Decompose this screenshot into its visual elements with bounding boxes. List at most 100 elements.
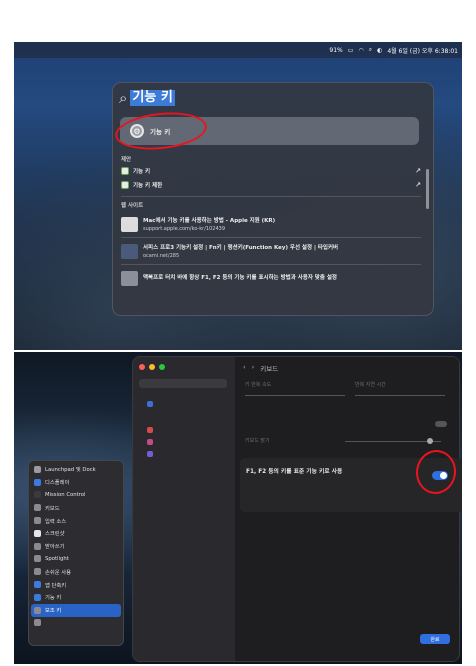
sidebar-item-label: Spotlight (45, 555, 69, 562)
search-input[interactable] (139, 379, 227, 388)
settings-sidebar (133, 357, 235, 661)
spotlight-panel: ⌕ 기능 키 ⚙ 기능 키 제안 기능 키 ↗ 기능 키 제한 ↗ 웹 사이트 … (112, 82, 434, 316)
window-controls (139, 364, 165, 370)
sidebar-item-function-keys[interactable]: 보조 키 (31, 603, 121, 617)
zoom-button[interactable] (159, 364, 165, 370)
arrow-up-right-icon: ↗ (415, 180, 421, 189)
website-title: 서피스 프로3 기능키 설정 | Fn키 | 펑션키(Function Key)… (143, 245, 339, 251)
sidebar-item-keyboard[interactable]: 키보드 (31, 501, 121, 514)
spotlight-query[interactable]: 기능 키 (130, 90, 175, 106)
dictation-icon (34, 542, 41, 550)
website-url: ocami.net/285 (143, 253, 180, 259)
brightness-slider-knob[interactable] (427, 438, 433, 444)
suggestion-item[interactable]: 기능 키 ↗ (121, 164, 421, 177)
spotlight-screenshot: 91% ▭ ◠ ⌕ ◐ 4월 6일 (금) 오후 6:38:01 ⌕ 기능 키 … (14, 42, 462, 350)
display-icon (34, 478, 41, 486)
accessibility-icon (34, 581, 41, 589)
settings-screenshot: ‹ › 키보드 키 반복 속도 반복 지연 시간 키보드 밝기 Launchpa… (14, 352, 462, 664)
modifier-keys-icon (34, 619, 41, 627)
suggestion-label: 기능 키 (133, 168, 151, 175)
google-search-icon (121, 166, 129, 175)
website-title: Mac에서 기능 키를 사용하는 방법 - Apple 지원 (KR) (143, 218, 276, 224)
websites-header: 웹 사이트 (121, 203, 144, 209)
scrollbar[interactable] (426, 169, 429, 209)
services-icon (34, 555, 41, 563)
keyboard-icon (34, 504, 41, 512)
sidebar-item[interactable] (147, 439, 153, 445)
mission-control-icon (34, 491, 41, 499)
window-title: 키보드 (260, 365, 279, 373)
close-button[interactable] (139, 364, 145, 370)
website-thumbnail (121, 270, 138, 286)
website-result[interactable]: 맥북프로 터치 바에 항상 F1, F2 등의 기능 키를 표시하는 방법과 사… (121, 267, 421, 289)
sidebar-item-label: 디스플레이 (45, 480, 70, 487)
sidebar-item-label: 앱 단축키 (45, 582, 67, 589)
control-center-icon[interactable]: ◐ (377, 47, 382, 54)
sidebar-item-label: Mission Control (45, 491, 86, 498)
sidebar-item[interactable] (147, 451, 153, 457)
red-annotation-circle (113, 108, 209, 154)
sidebar-item-services[interactable]: Spotlight (31, 553, 121, 566)
sidebar-item-label: 기능 키 (45, 595, 62, 602)
sidebar-item-accessibility[interactable]: 앱 단축키 (31, 578, 121, 591)
battery-percent: 91% (329, 46, 343, 54)
sidebar-item-label: Launchpad 및 Dock (45, 467, 96, 474)
forward-icon[interactable]: › (252, 363, 255, 373)
keyboard-brightness-label: 키보드 밝기 (245, 438, 270, 444)
input-sources-icon (34, 517, 41, 525)
sidebar-item-launchpad[interactable]: Launchpad 및 Dock (31, 463, 121, 476)
search-icon[interactable]: ⌕ (369, 46, 372, 54)
sidebar-item-mission-control[interactable]: Mission Control (31, 489, 121, 502)
suggestion-label: 기능 키 제한 (133, 182, 163, 189)
website-url: support.apple.com/ko-kr/102439 (143, 226, 226, 232)
function-keys-setting-label: F1, F2 등의 키를 표준 기능 키로 사용 (246, 469, 343, 475)
repeat-delay-slider[interactable] (355, 395, 445, 396)
sidebar-item[interactable] (147, 401, 153, 407)
sidebar-item-label: 받아쓰기 (45, 544, 65, 551)
website-result[interactable]: 서피스 프로3 기능키 설정 | Fn키 | 펑션키(Function Key)… (121, 240, 421, 262)
sidebar-item-screenshots[interactable]: 스크린샷 (31, 527, 121, 540)
sidebar-item-label: 손쉬운 사용 (45, 569, 72, 576)
key-repeat-slider[interactable] (245, 395, 345, 396)
spotlight-search-field[interactable]: ⌕ 기능 키 (119, 89, 175, 107)
sidebar-item-app-shortcuts[interactable]: 기능 키 (31, 591, 121, 604)
repeat-delay-label: 반복 지연 시간 (355, 382, 386, 388)
sidebar-item-displays[interactable]: 디스플레이 (31, 476, 121, 489)
window-toolbar: ‹ › 키보드 (243, 363, 278, 373)
function-keys-icon (34, 606, 41, 614)
screenshot-icon (34, 529, 41, 537)
sidebar-item-modifier-keys[interactable] (31, 617, 121, 630)
sidebar-item-label: 키보드 (45, 505, 60, 512)
launchpad-icon (34, 465, 41, 473)
sidebar-item[interactable] (147, 427, 153, 433)
menubar-clock[interactable]: 4월 6일 (금) 오후 6:38:01 (387, 46, 458, 55)
sidebar-item-label: 입력 소스 (45, 518, 67, 525)
website-thumbnail (121, 243, 138, 259)
toggle-switch[interactable] (435, 421, 447, 427)
website-thumbnail (121, 216, 138, 232)
arrow-up-right-icon: ↗ (415, 166, 421, 175)
website-title: 맥북프로 터치 바에 항상 F1, F2 등의 기능 키를 표시하는 방법과 사… (143, 275, 337, 281)
suggestion-item[interactable]: 기능 키 제한 ↗ (121, 178, 421, 191)
spotlight-icon (34, 568, 41, 576)
sidebar-item-label: 보조 키 (45, 608, 62, 615)
done-button[interactable]: 완료 (420, 634, 450, 644)
back-icon[interactable]: ‹ (243, 363, 246, 373)
google-search-icon (121, 180, 129, 189)
settings-category-list: Launchpad 및 Dock 디스플레이 Mission Control 키… (28, 460, 124, 646)
sidebar-item-dictation[interactable]: 받아쓰기 (31, 540, 121, 553)
website-result[interactable]: Mac에서 기능 키를 사용하는 방법 - Apple 지원 (KR) supp… (121, 213, 421, 235)
divider (121, 264, 421, 265)
minimize-button[interactable] (149, 364, 155, 370)
wifi-icon[interactable]: ◠ (358, 47, 363, 54)
suggestions-header: 제안 (121, 157, 132, 163)
divider (121, 237, 421, 238)
key-repeat-label: 키 반복 속도 (245, 382, 272, 388)
battery-icon: ▭ (347, 46, 354, 54)
sidebar-item-label: 스크린샷 (45, 531, 65, 538)
divider (121, 196, 421, 197)
app-shortcuts-icon (34, 593, 41, 601)
sidebar-item-spotlight[interactable]: 손쉬운 사용 (31, 565, 121, 578)
sidebar-item-input-sources[interactable]: 입력 소스 (31, 514, 121, 527)
search-icon: ⌕ (119, 88, 128, 107)
